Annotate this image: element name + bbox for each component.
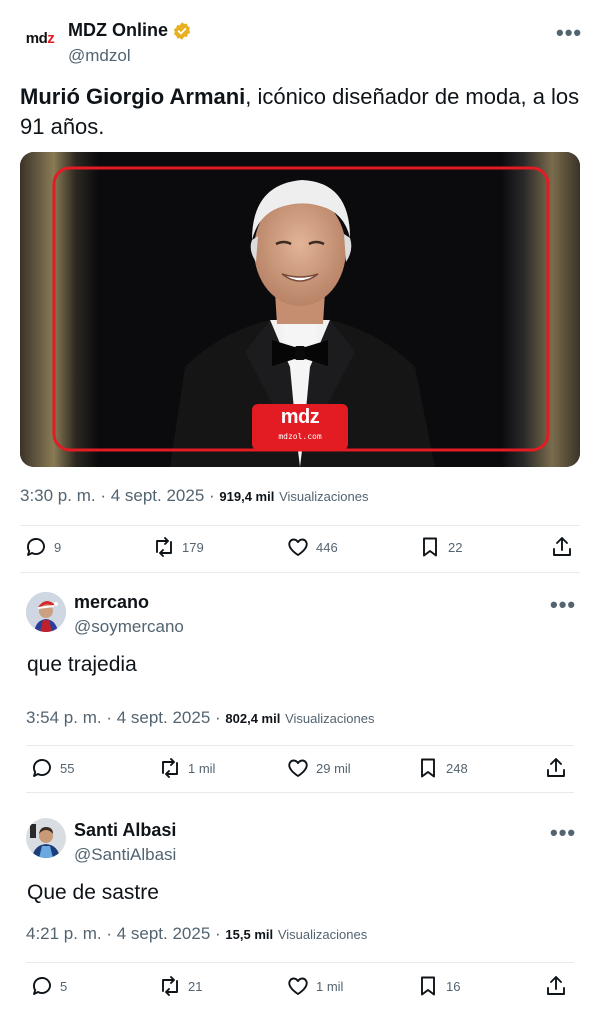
reply-icon xyxy=(33,977,51,995)
action-bar: 5 21 1 mil 16 xyxy=(26,974,574,1004)
verified-badge-icon xyxy=(173,21,191,40)
avatar-image xyxy=(26,818,66,858)
retweet-button[interactable]: 21 xyxy=(158,974,202,998)
tweet-text: Murió Giorgio Armani, icónico diseñador … xyxy=(20,82,588,142)
tweet-timestamp[interactable]: 4:21 p. m. · 4 sept. 2025 · xyxy=(26,924,221,943)
bookmark-icon xyxy=(423,537,437,557)
like-count: 446 xyxy=(316,539,338,555)
share-icon xyxy=(547,976,565,995)
tweet-timestamp[interactable]: 3:54 p. m. · 4 sept. 2025 · xyxy=(26,708,221,727)
bookmark-count: 22 xyxy=(448,539,463,555)
share-button[interactable] xyxy=(544,756,568,780)
tweet-media-photo[interactable]: mdz mdzol.com xyxy=(20,152,580,467)
avatar[interactable] xyxy=(26,592,66,632)
tweet-reply-santi: Santi Albasi @SantiAlbasi ••• Que de sas… xyxy=(0,802,600,1011)
share-button[interactable] xyxy=(544,974,568,998)
bookmark-count: 248 xyxy=(446,760,468,776)
views-label: Visualizaciones xyxy=(285,711,375,726)
media-logo-sub: mdzol.com xyxy=(278,432,322,441)
reply-button[interactable]: 9 xyxy=(24,535,61,559)
tweet-meta: 4:21 p. m. · 4 sept. 2025 · 15,5 mil Vis… xyxy=(26,924,367,944)
like-count: 1 mil xyxy=(316,978,344,994)
avatar-image xyxy=(26,592,66,632)
views-label: Visualizaciones xyxy=(279,489,369,504)
like-icon xyxy=(288,977,308,995)
author-handle[interactable]: @SantiAlbasi xyxy=(74,845,176,865)
bookmark-button[interactable]: 248 xyxy=(416,756,468,780)
bookmark-icon xyxy=(421,758,435,778)
bookmark-button[interactable]: 22 xyxy=(418,535,462,559)
tweet-reply-mercano: mercano @soymercano ••• que trajedia 3:5… xyxy=(0,580,600,802)
views-count: 919,4 mil xyxy=(219,489,275,504)
divider xyxy=(20,572,580,573)
divider xyxy=(20,525,580,526)
more-icon[interactable]: ••• xyxy=(556,20,582,46)
author-handle[interactable]: @soymercano xyxy=(74,617,184,637)
bookmark-icon xyxy=(421,976,435,996)
bookmark-count: 16 xyxy=(446,978,461,994)
mdz-logo: mdz xyxy=(25,29,55,47)
views-label: Visualizaciones xyxy=(277,927,368,942)
retweet-icon xyxy=(162,758,178,778)
divider xyxy=(26,962,574,963)
tweet-text-bold: Murió Giorgio Armani xyxy=(20,84,246,109)
share-button[interactable] xyxy=(550,535,574,559)
avatar[interactable]: mdz xyxy=(20,18,60,58)
tweet-meta: 3:30 p. m. · 4 sept. 2025 · 919,4 mil Vi… xyxy=(20,486,368,506)
reply-icon xyxy=(33,759,51,777)
tweet-mdz: mdz MDZ Online @mdzol ••• Murió Giorgio … xyxy=(0,0,600,580)
share-icon xyxy=(547,758,565,777)
reply-count: 5 xyxy=(60,978,68,994)
like-button[interactable]: 29 mil xyxy=(286,756,351,780)
author-row: mercano xyxy=(74,592,149,613)
retweet-icon xyxy=(162,976,178,996)
views-count: 802,4 mil xyxy=(225,711,281,726)
retweet-button[interactable]: 179 xyxy=(152,535,204,559)
more-icon[interactable]: ••• xyxy=(550,820,576,846)
retweet-button[interactable]: 1 mil xyxy=(158,756,215,780)
views-count: 15,5 mil xyxy=(225,927,274,942)
more-icon[interactable]: ••• xyxy=(550,592,576,618)
reply-icon xyxy=(27,538,45,556)
tweet-meta: 3:54 p. m. · 4 sept. 2025 · 802,4 mil Vi… xyxy=(26,708,374,728)
like-icon xyxy=(288,759,308,777)
author-name[interactable]: mercano xyxy=(74,592,149,613)
action-bar: 9 179 446 22 xyxy=(20,535,580,565)
tweet-timestamp[interactable]: 3:30 p. m. · 4 sept. 2025 · xyxy=(20,486,215,505)
retweet-count: 179 xyxy=(182,539,204,555)
retweet-icon xyxy=(156,537,172,557)
media-logo: mdz xyxy=(280,406,320,428)
author-row: Santi Albasi xyxy=(74,820,176,841)
author-row: MDZ Online xyxy=(68,20,192,41)
like-button[interactable]: 1 mil xyxy=(286,974,343,998)
author-name[interactable]: MDZ Online xyxy=(68,20,168,41)
reply-button[interactable]: 5 xyxy=(30,974,67,998)
like-count: 29 mil xyxy=(316,760,351,776)
tweet-text: que trajedia xyxy=(27,653,137,676)
reply-count: 9 xyxy=(54,539,62,555)
reply-button[interactable]: 55 xyxy=(30,756,74,780)
reply-count: 55 xyxy=(60,760,75,776)
like-icon xyxy=(288,538,308,556)
like-button[interactable]: 446 xyxy=(286,535,338,559)
author-name[interactable]: Santi Albasi xyxy=(74,820,176,841)
bookmark-button[interactable]: 16 xyxy=(416,974,460,998)
author-handle[interactable]: @mdzol xyxy=(68,46,131,66)
avatar[interactable] xyxy=(26,818,66,858)
retweet-count: 21 xyxy=(188,978,203,994)
tweet-text: Que de sastre xyxy=(27,881,159,904)
share-icon xyxy=(553,537,571,556)
action-bar: 55 1 mil 29 mil 248 xyxy=(26,756,574,786)
divider xyxy=(26,792,574,793)
retweet-count: 1 mil xyxy=(188,760,216,776)
divider xyxy=(26,745,574,746)
